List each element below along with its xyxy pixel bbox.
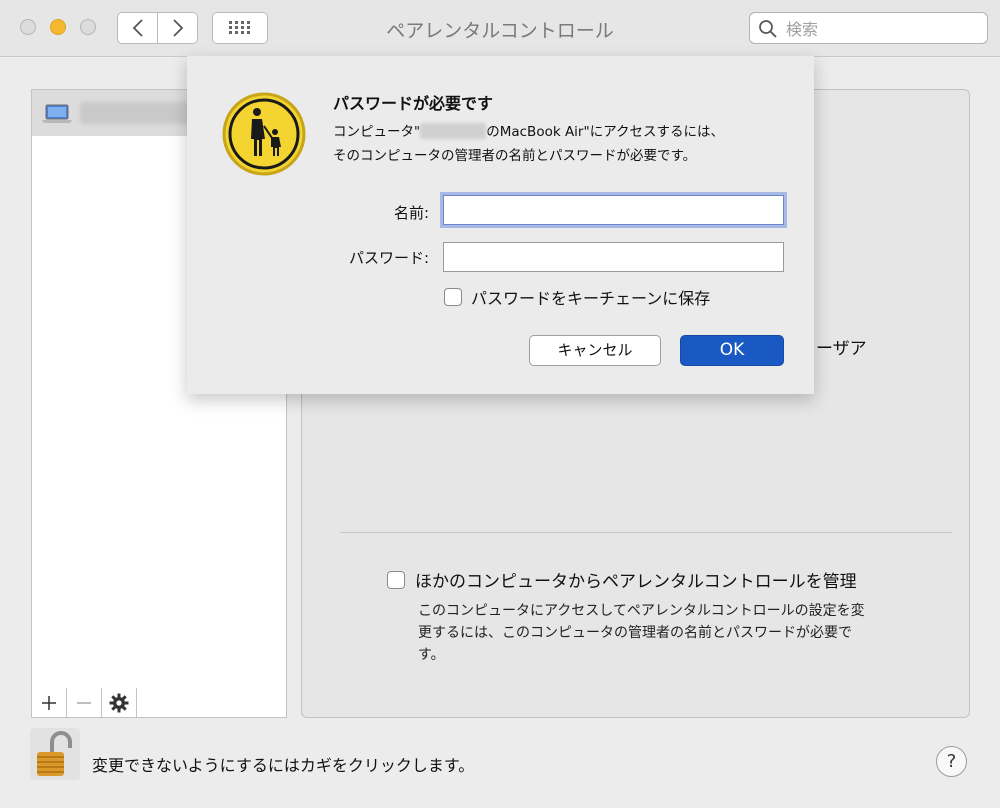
- minus-icon: [77, 701, 91, 704]
- back-button[interactable]: [117, 12, 158, 44]
- remove-button[interactable]: [67, 688, 102, 717]
- grid-icon: [229, 21, 250, 34]
- name-field[interactable]: [443, 195, 784, 225]
- remote-manage-description: このコンピュータにアクセスしてペアレンタルコントロールの設定を変更するには、この…: [418, 603, 865, 663]
- window-title: ペアレンタルコントロール: [386, 20, 614, 42]
- plus-icon: [42, 695, 56, 710]
- name-label: 名前:: [393, 204, 429, 222]
- laptop-icon: [42, 104, 72, 123]
- action-menu-button[interactable]: [102, 688, 137, 717]
- help-button[interactable]: ?: [936, 746, 967, 777]
- remote-manage-label: ほかのコンピュータからペアレンタルコントロールを管理: [415, 572, 857, 592]
- close-window-button[interactable]: [20, 19, 36, 35]
- password-field[interactable]: [443, 242, 784, 272]
- chevron-right-icon: [172, 19, 183, 37]
- add-button[interactable]: [32, 688, 67, 717]
- lock-open-icon[interactable]: [30, 728, 80, 780]
- gear-icon: [109, 693, 129, 712]
- dialog-message-part2: のMacBook Air"にアクセスするには、: [486, 124, 725, 140]
- password-label: パスワード:: [348, 249, 429, 267]
- password-dialog: パスワードが必要です コンピュータ" のMacBook Air"にアクセスするには…: [187, 56, 814, 394]
- search-field[interactable]: [749, 12, 988, 44]
- title-bar: ペアレンタルコントロール: [0, 0, 1000, 57]
- chevron-left-icon: [132, 19, 143, 37]
- list-toolbar: [31, 688, 287, 718]
- cancel-button[interactable]: キャンセル: [529, 335, 661, 366]
- keychain-option[interactable]: パスワードをキーチェーンに保存: [444, 285, 710, 309]
- redacted-owner-name: [420, 123, 487, 139]
- parental-controls-icon: [222, 92, 306, 176]
- remote-manage-option[interactable]: ほかのコンピュータからペアレンタルコントロールを管理: [387, 567, 857, 592]
- remote-manage-checkbox[interactable]: [387, 570, 405, 589]
- lock-instruction: 変更できないようにするにはカギをクリックします。: [92, 756, 475, 775]
- search-input[interactable]: [784, 16, 983, 42]
- forward-button[interactable]: [157, 12, 198, 44]
- dialog-message-part1: コンピュータ": [333, 124, 421, 140]
- keychain-label: パスワードをキーチェーンに保存: [471, 289, 711, 308]
- zoom-window-button[interactable]: [80, 19, 96, 35]
- minimize-window-button[interactable]: [50, 19, 66, 35]
- divider: [340, 532, 952, 533]
- dialog-title: パスワードが必要です: [333, 94, 494, 113]
- search-icon: [759, 20, 777, 38]
- dialog-message-line2: そのコンピュータの管理者の名前とパスワードが必要です。: [333, 148, 697, 164]
- keychain-checkbox[interactable]: [444, 288, 462, 306]
- ok-button[interactable]: OK: [680, 335, 784, 366]
- dialog-message: コンピュータ" のMacBook Air"にアクセスするには、 そのコンピュータの…: [333, 120, 803, 168]
- show-all-button[interactable]: [212, 12, 268, 44]
- user-label-fragment: ーザア: [816, 339, 867, 359]
